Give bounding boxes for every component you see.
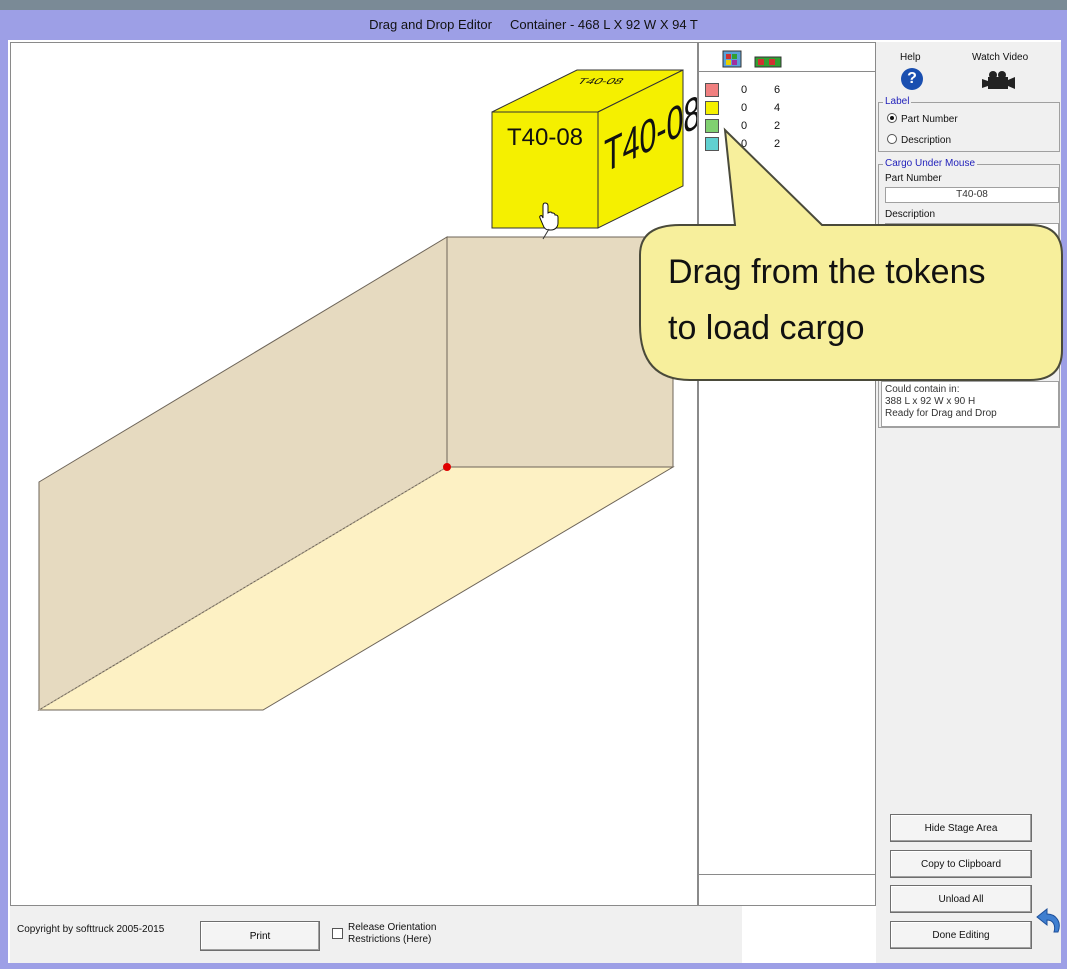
token-swatch[interactable] xyxy=(705,101,719,115)
release-label-line: Release Orientation xyxy=(348,922,437,933)
token-panel-footer xyxy=(699,874,875,905)
help-icon[interactable]: ? xyxy=(901,68,923,90)
label-group-title: Label xyxy=(883,96,912,107)
cargo-top-label: T40-08 xyxy=(574,77,626,86)
help-label: Help xyxy=(900,52,921,63)
radio-dot[interactable] xyxy=(887,113,897,123)
radio-part-number-label: Part Number xyxy=(901,114,958,125)
callout-line: to load cargo xyxy=(668,309,865,347)
watch-video-label: Watch Video xyxy=(972,52,1029,63)
token-swatch[interactable] xyxy=(705,83,719,97)
token-panel-header xyxy=(699,43,875,72)
title-app: Drag and Drop Editor xyxy=(369,17,492,32)
release-orientation-checkbox[interactable] xyxy=(332,928,343,939)
callout-line: Drag from the tokens xyxy=(668,253,986,291)
token-count: 4 xyxy=(774,102,781,114)
status-line: Ready for Drag and Drop xyxy=(885,408,997,419)
hide-stage-area-button[interactable]: Hide Stage Area xyxy=(890,814,1032,842)
copy-to-clipboard-button[interactable]: Copy to Clipboard xyxy=(890,850,1032,878)
cargo-front-label: T40-08 xyxy=(507,124,583,151)
print-button[interactable]: Print xyxy=(200,921,320,951)
token-view-icon[interactable] xyxy=(754,56,782,68)
bottom-bar: Copyright by softtruck 2005-2015 Print R… xyxy=(10,906,742,963)
window-frame-left xyxy=(0,40,8,969)
release-orientation-label: Release Orientation Restrictions (Here) xyxy=(348,922,468,946)
window-top-strip xyxy=(0,0,1067,10)
token-row[interactable]: 0 6 xyxy=(699,81,877,99)
title-bar: Drag and Drop Editor Container - 468 L X… xyxy=(0,10,1067,40)
status-line: 388 L x 92 W x 90 H xyxy=(885,396,976,407)
done-editing-button[interactable]: Done Editing xyxy=(890,921,1032,949)
video-camera-icon[interactable] xyxy=(982,70,1016,92)
window-frame-bottom xyxy=(0,963,1067,969)
container-3d-view: T40-08 T40-08 T40-08 xyxy=(37,69,697,711)
token-row[interactable]: 0 4 xyxy=(699,99,877,117)
radio-part-number[interactable]: Part Number xyxy=(887,113,958,125)
container-origin-point xyxy=(443,463,451,471)
release-label-line: Restrictions (Here) xyxy=(348,934,432,945)
token-loaded: 0 xyxy=(741,102,748,114)
token-loaded: 0 xyxy=(741,84,748,96)
undo-icon[interactable] xyxy=(1034,908,1064,936)
copyright-text: Copyright by softtruck 2005-2015 xyxy=(17,924,165,935)
token-count: 6 xyxy=(774,84,781,96)
title-container: Container - 468 L X 92 W X 94 T xyxy=(510,17,698,32)
editor-canvas[interactable]: T40-08 T40-08 T40-08 xyxy=(10,42,698,906)
stack-view-icon[interactable] xyxy=(722,50,742,68)
unload-all-button[interactable]: Unload All xyxy=(890,885,1032,913)
callout-text: Drag from the tokens to load cargo xyxy=(668,244,1058,356)
token-toolbar xyxy=(722,50,782,68)
